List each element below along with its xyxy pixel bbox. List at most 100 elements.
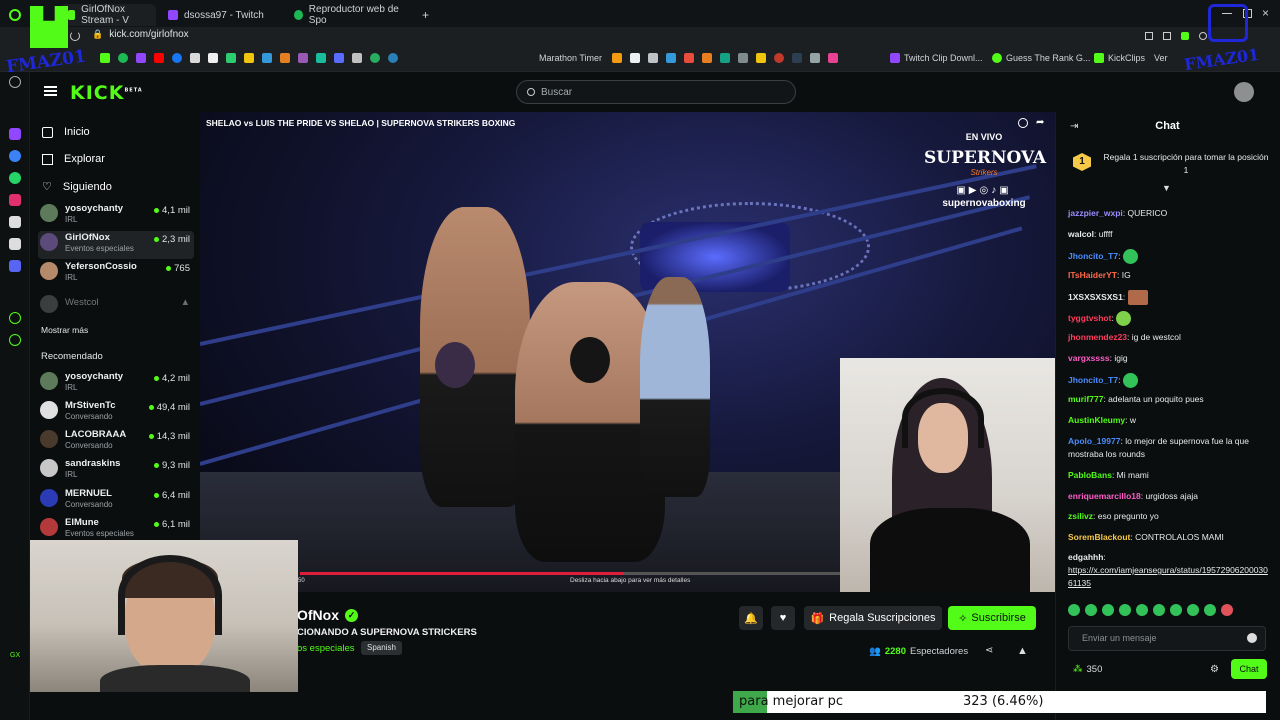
following-channel-westcol[interactable]: Westcol ▲: [38, 293, 194, 321]
chat-username[interactable]: edgahhh: [1068, 552, 1103, 562]
recommended-channel[interactable]: LACOBRAAA Conversando 14,3 mil: [38, 428, 194, 456]
facebook-bookmark-icon[interactable]: [172, 53, 182, 63]
bookmark-twitch-clip-downloader[interactable]: Twitch Clip Downl...: [890, 53, 983, 63]
search-input[interactable]: Buscar: [516, 80, 796, 104]
nav-explorar[interactable]: Explorar: [42, 153, 105, 165]
channel-name[interactable]: OfNox ✓: [297, 607, 358, 623]
gear-icon[interactable]: [9, 334, 21, 346]
instagram-icon[interactable]: [9, 194, 21, 206]
chat-username[interactable]: enriquemarcillo18: [1068, 491, 1141, 501]
reload-icon[interactable]: [70, 31, 80, 41]
chat-message-input[interactable]: Enviar un mensaje: [1068, 626, 1266, 651]
generic-bookmark-icon[interactable]: [630, 53, 640, 63]
generic-bookmark-icon[interactable]: [648, 53, 658, 63]
notification-bell-button[interactable]: 🔔: [739, 606, 763, 630]
new-tab-button[interactable]: +: [414, 4, 437, 26]
generic-bookmark-icon[interactable]: [316, 53, 326, 63]
hamburger-menu-icon[interactable]: [44, 86, 57, 96]
recommended-channel[interactable]: MrStivenTc Conversando 49,4 mil: [38, 399, 194, 427]
emote-icon[interactable]: [1136, 604, 1148, 616]
generic-bookmark-icon[interactable]: [190, 53, 200, 63]
generic-bookmark-icon[interactable]: [370, 53, 380, 63]
language-tag[interactable]: Spanish: [361, 641, 402, 655]
generic-bookmark-icon[interactable]: [756, 53, 766, 63]
generic-bookmark-icon[interactable]: [810, 53, 820, 63]
emote-icon[interactable]: [1153, 604, 1165, 616]
following-channel-yefersoncossio[interactable]: YefersonCossio IRL 765: [38, 260, 194, 288]
expand-pinned-icon[interactable]: ▼: [1162, 183, 1171, 193]
generic-bookmark-icon[interactable]: [720, 53, 730, 63]
generic-bookmark-icon[interactable]: [702, 53, 712, 63]
chat-link[interactable]: https://x.com/iamjeansegura/status/19572…: [1068, 565, 1268, 588]
share-icon[interactable]: ➦: [1036, 117, 1044, 128]
twitch-icon[interactable]: [9, 128, 21, 140]
screenshot-icon[interactable]: [1163, 32, 1171, 40]
share-icon[interactable]: ⋖: [985, 645, 993, 656]
pin-icon[interactable]: [1145, 32, 1153, 40]
following-channel-yosoychanty[interactable]: yosoychanty IRL 4,1 mil: [38, 202, 194, 230]
chat-username[interactable]: PabloBans: [1068, 470, 1112, 480]
generic-bookmark-icon[interactable]: [612, 53, 622, 63]
browser-tab-kick[interactable]: GirlOfNox Stream - V: [60, 4, 156, 26]
kick-bookmark-icon[interactable]: [100, 53, 110, 63]
bookmark-kickclips[interactable]: KickClips: [1094, 53, 1145, 63]
user-avatar[interactable]: [1234, 82, 1254, 102]
generic-bookmark-icon[interactable]: [388, 53, 398, 63]
emote-icon[interactable]: [1221, 604, 1233, 616]
generic-bookmark-icon[interactable]: [352, 53, 362, 63]
emote-icon[interactable]: [1170, 604, 1182, 616]
video-progress-bar[interactable]: [300, 572, 840, 575]
chat-settings-icon[interactable]: ⚙: [1210, 664, 1219, 675]
vpn-icon[interactable]: [1181, 32, 1189, 40]
report-icon[interactable]: ▲: [1017, 645, 1028, 657]
recommended-channel[interactable]: yosoychanty IRL 4,2 mil: [38, 370, 194, 398]
recommended-channel[interactable]: sandraskins IRL 9,3 mil: [38, 457, 194, 485]
browser-tab-twitch[interactable]: dsossa97 - Twitch: [160, 4, 280, 26]
spotify-bookmark-icon[interactable]: [118, 53, 128, 63]
chat-username[interactable]: AustinKleumy: [1068, 415, 1125, 425]
emote-icon[interactable]: [1085, 604, 1097, 616]
show-more-link[interactable]: Mostrar más: [41, 325, 88, 335]
generic-bookmark-icon[interactable]: [262, 53, 272, 63]
emoji-picker-icon[interactable]: [1247, 633, 1257, 643]
chat-username[interactable]: 1XSXSXSXS1: [1068, 292, 1123, 302]
chat-username[interactable]: Jhoncito_T7: [1068, 251, 1118, 261]
emote-icon[interactable]: [1204, 604, 1216, 616]
url-field[interactable]: 🔒 kick.com/girlofnox: [92, 29, 189, 40]
clock-icon[interactable]: [9, 312, 21, 324]
generic-bookmark-icon[interactable]: [774, 53, 784, 63]
chat-username[interactable]: walcol: [1068, 229, 1094, 239]
bookmark-marathon-timer[interactable]: Marathon Timer: [539, 53, 602, 63]
gift-subs-button[interactable]: 🎁 Regala Suscripciones: [804, 606, 942, 630]
pinned-gift-prompt[interactable]: 1 Regala 1 suscripción para tomar la pos…: [1065, 148, 1270, 184]
subscribe-button[interactable]: ✧ Suscribirse: [948, 606, 1036, 630]
chat-username[interactable]: tyggtvshot: [1068, 313, 1111, 323]
whatsapp-icon[interactable]: [9, 172, 21, 184]
sidebar-collapse-icon[interactable]: GX: [10, 652, 20, 659]
tiktok-icon[interactable]: [9, 216, 21, 228]
generic-bookmark-icon[interactable]: [280, 53, 290, 63]
chat-username[interactable]: SoremBlackout: [1068, 532, 1130, 542]
chat-username[interactable]: Jhoncito_T7: [1068, 375, 1118, 385]
emote-icon[interactable]: [1068, 604, 1080, 616]
generic-bookmark-icon[interactable]: [666, 53, 676, 63]
generic-bookmark-icon[interactable]: [828, 53, 838, 63]
chat-username[interactable]: vargxssss: [1068, 353, 1110, 363]
generic-bookmark-icon[interactable]: [298, 53, 308, 63]
profile-icon[interactable]: [1199, 32, 1207, 40]
x-icon[interactable]: [9, 238, 21, 250]
generic-bookmark-icon[interactable]: [738, 53, 748, 63]
channel-points[interactable]: ⁂ 350: [1073, 664, 1102, 675]
chat-username[interactable]: murif777: [1068, 394, 1103, 404]
bookmark-guess-the-rank[interactable]: Guess The Rank G...: [992, 53, 1090, 63]
generic-bookmark-icon[interactable]: [226, 53, 236, 63]
emote-icon[interactable]: [1119, 604, 1131, 616]
window-close-icon[interactable]: ×: [1262, 6, 1269, 20]
kick-logo[interactable]: KICKBETA: [70, 82, 143, 104]
messenger-icon[interactable]: [9, 150, 21, 162]
chat-username[interactable]: jhonmendez23: [1068, 332, 1127, 342]
generic-bookmark-icon[interactable]: [684, 53, 694, 63]
chat-username[interactable]: ITsHaiderYT: [1068, 270, 1117, 280]
amazon-bookmark-icon[interactable]: [208, 53, 218, 63]
chat-username[interactable]: jazzpier_wxpi: [1068, 208, 1123, 218]
